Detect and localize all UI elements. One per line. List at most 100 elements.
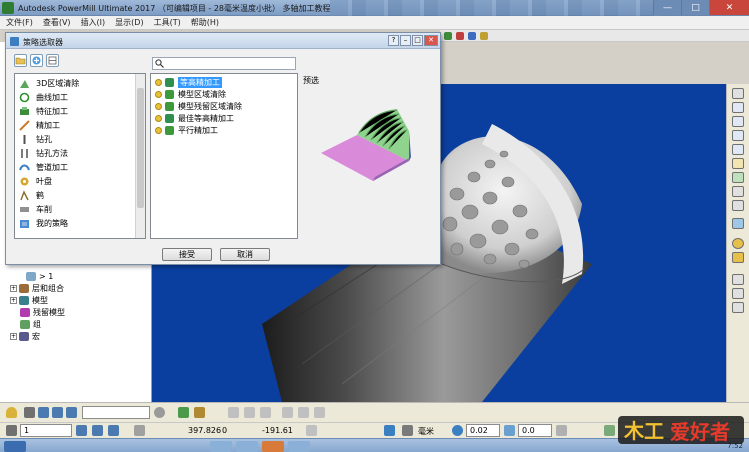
category-scrollbar[interactable]	[135, 74, 145, 238]
menu-file[interactable]: 文件(F)	[6, 17, 33, 28]
scrollbar-thumb[interactable]	[137, 88, 144, 208]
grid-icon[interactable]	[134, 425, 145, 436]
view-iso-icon[interactable]	[732, 144, 744, 155]
pencil-icon[interactable]	[282, 407, 293, 418]
favorite-star-icon[interactable]	[155, 78, 162, 86]
taskbar-app-icon[interactable]	[262, 441, 284, 452]
category-blisk[interactable]: 叶盘	[19, 174, 52, 188]
expand-icon[interactable]: +	[10, 296, 17, 304]
favorite-star-icon[interactable]	[155, 114, 162, 122]
open-folder-icon[interactable]	[14, 54, 27, 67]
tool-tip-icon[interactable]	[66, 407, 77, 418]
toolbar-icon[interactable]	[468, 32, 476, 40]
ruler-icon[interactable]	[402, 425, 413, 436]
dropdown-arrow-icon[interactable]	[24, 407, 35, 418]
close-button[interactable]: ✕	[709, 0, 749, 15]
shaded-icon[interactable]	[732, 200, 744, 211]
category-drilling[interactable]: 钻孔	[19, 132, 52, 146]
start-icon[interactable]	[4, 441, 26, 452]
taskbar-app-icon[interactable]	[236, 441, 258, 452]
render-icon[interactable]	[732, 218, 744, 229]
zoom-icon[interactable]	[732, 158, 744, 169]
cancel-button[interactable]: 取消	[220, 248, 270, 261]
toolbar-icon[interactable]	[480, 32, 488, 40]
dialog-minimize-button[interactable]: –	[400, 35, 411, 46]
snap-icon[interactable]	[306, 425, 317, 436]
strategy-item[interactable]: 模型区域清除	[155, 88, 226, 100]
toolbar-icon[interactable]	[456, 32, 464, 40]
category-crane[interactable]: 鹤	[19, 188, 44, 202]
light-icon[interactable]	[732, 238, 744, 249]
eraser-icon[interactable]	[298, 407, 309, 418]
category-my-strategies[interactable]: 我的策略	[19, 216, 68, 230]
thickness-field[interactable]: 0.0	[518, 424, 552, 437]
accept-button[interactable]: 接受	[162, 248, 212, 261]
menu-display[interactable]: 显示(D)	[115, 17, 143, 28]
category-3d-area-clearance[interactable]: 3D区域清除	[19, 76, 79, 90]
toolbar-icon[interactable]	[444, 32, 452, 40]
strategy-item[interactable]: 平行精加工	[155, 124, 218, 136]
strategy-item[interactable]: 最佳等高精加工	[155, 112, 234, 124]
menu-view[interactable]: 查看(V)	[43, 17, 71, 28]
dialog-help-button[interactable]: ?	[388, 35, 399, 46]
strategy-search-field[interactable]	[152, 57, 296, 70]
tool-holder-icon[interactable]	[38, 407, 49, 418]
tree-item-levels[interactable]: + 层和组合	[10, 282, 64, 294]
refresh-icon[interactable]	[732, 172, 744, 183]
dialog-maximize-button[interactable]: □	[412, 35, 423, 46]
view-right-icon[interactable]	[732, 130, 744, 141]
select-lasso-icon[interactable]	[732, 302, 744, 313]
dialog-close-button[interactable]: ✕	[424, 35, 438, 46]
menu-tools[interactable]: 工具(T)	[154, 17, 181, 28]
category-curve-machining[interactable]: 曲线加工	[19, 90, 68, 104]
favorite-star-icon[interactable]	[155, 90, 162, 98]
tolerance-field[interactable]: 0.02	[466, 424, 500, 437]
tree-item-toolpath-1[interactable]: > 1	[26, 270, 53, 282]
thickness-icon[interactable]	[504, 425, 515, 436]
category-port-machining[interactable]: 管道加工	[19, 160, 68, 174]
move-icon[interactable]	[228, 407, 239, 418]
workplane-icon[interactable]	[6, 425, 17, 436]
view-top-icon[interactable]	[732, 102, 744, 113]
edit-toolpath-icon[interactable]	[194, 407, 205, 418]
taskbar-app-icon[interactable]	[210, 441, 232, 452]
layout-icon[interactable]	[46, 54, 59, 67]
strategy-item[interactable]: 等高精加工	[155, 76, 222, 88]
category-finishing[interactable]: 精加工	[19, 118, 60, 132]
workplane-transform-icon[interactable]	[108, 425, 119, 436]
tree-item-groups[interactable]: 组	[20, 318, 41, 330]
expand-icon[interactable]: +	[10, 284, 17, 292]
mirror-icon[interactable]	[260, 407, 271, 418]
gear-icon[interactable]	[154, 407, 165, 418]
maximize-button[interactable]: □	[681, 0, 709, 15]
favorite-star-icon[interactable]	[155, 126, 162, 134]
fit-icon[interactable]	[732, 186, 744, 197]
menu-help[interactable]: 帮助(H)	[191, 17, 219, 28]
tree-item-macros[interactable]: + 宏	[10, 330, 40, 342]
taskbar-app-icon[interactable]	[288, 441, 310, 452]
category-drilling-methods[interactable]: 钻孔方法	[19, 146, 68, 160]
view-front-icon[interactable]	[732, 116, 744, 127]
tree-item-stock-models[interactable]: 残留模型	[20, 306, 65, 318]
minimize-button[interactable]: —	[653, 0, 681, 15]
view-icon[interactable]	[732, 88, 744, 99]
add-strategy-icon[interactable]	[30, 54, 43, 67]
workplane-align-icon[interactable]	[92, 425, 103, 436]
check-icon[interactable]	[604, 425, 615, 436]
close-icon[interactable]	[314, 407, 325, 418]
rotate-icon[interactable]	[244, 407, 255, 418]
units-icon[interactable]	[384, 425, 395, 436]
material-icon[interactable]	[732, 252, 744, 263]
tool-combo[interactable]	[82, 406, 150, 419]
select-icon[interactable]	[732, 274, 744, 285]
expand-icon[interactable]: +	[10, 332, 17, 340]
menu-insert[interactable]: 插入(I)	[81, 17, 106, 28]
diameter-icon[interactable]	[556, 425, 567, 436]
workplane-combo[interactable]: 1	[20, 424, 72, 437]
workplane-create-icon[interactable]	[76, 425, 87, 436]
tree-item-models[interactable]: + 模型	[10, 294, 48, 306]
tool-icon[interactable]	[6, 407, 17, 418]
category-feature-machining[interactable]: 特征加工	[19, 104, 68, 118]
tool-shank-icon[interactable]	[52, 407, 63, 418]
toolpath-icon[interactable]	[178, 407, 189, 418]
